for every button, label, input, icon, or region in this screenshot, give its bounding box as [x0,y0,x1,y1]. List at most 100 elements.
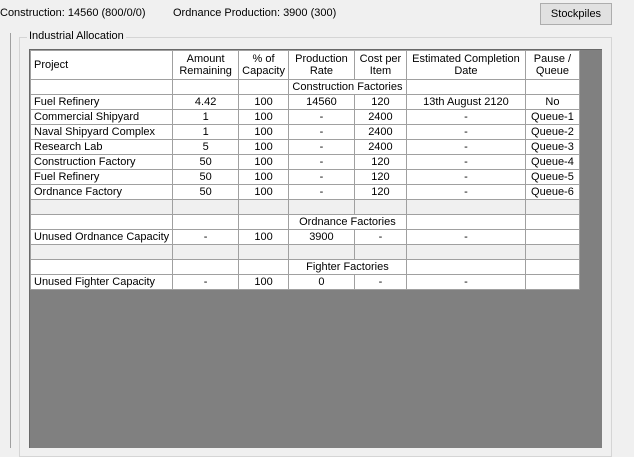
table-cell[interactable]: Queue-4 [524,154,580,170]
table-cell[interactable]: - [287,124,355,140]
table-cell[interactable]: Fuel Refinery [29,169,174,185]
table-cell[interactable]: 50 [172,169,240,185]
table-cell[interactable]: 100 [238,94,289,110]
section-title: Ordnance Factories [287,214,407,230]
table-cell[interactable]: Naval Shipyard Complex [29,124,174,140]
table-cell[interactable]: 1 [172,124,240,140]
table-row[interactable]: Fuel Refinery 50 100-120- Queue-5 [29,169,580,185]
allocation-table[interactable]: Project Amount Remaining % of Capacity P… [29,50,580,290]
table-cell[interactable]: Construction Factory [29,154,174,170]
empty-cell [29,259,174,275]
table-cell[interactable]: 1 [172,109,240,125]
table-cell[interactable]: - [405,139,526,155]
table-cell[interactable]: - [287,139,355,155]
table-cell[interactable]: - [287,184,355,200]
table-cell[interactable]: 2400 [353,139,407,155]
table-cell[interactable]: 100 [238,154,289,170]
table-cell[interactable]: 50 [172,184,240,200]
table-row[interactable]: Unused Fighter Capacity -100 0- - [29,274,580,290]
table-cell[interactable] [524,229,580,245]
table-cell[interactable]: - [405,109,526,125]
table-body: Construction Factories Fuel Refinery 4.42 1… [29,79,580,290]
table-cell[interactable]: No [524,94,580,110]
column-header-pause-queue[interactable]: Pause / Queue [524,50,580,80]
table-cell[interactable]: 3900 [287,229,355,245]
column-header-percent-capacity[interactable]: % of Capacity [238,50,289,80]
column-header-project[interactable]: Project [29,50,174,80]
table-row[interactable]: Commercial Shipyard 1 100-2400- Queue-1 [29,109,580,125]
empty-cell [287,244,355,260]
spacer-row [29,244,580,260]
column-header-production-rate[interactable]: Production Rate [287,50,355,80]
empty-cell [172,244,240,260]
empty-cell [524,244,580,260]
empty-cell [29,244,174,260]
empty-cell [524,199,580,215]
table-cell[interactable]: - [405,274,526,290]
table-row[interactable]: Research Lab 5 100-2400- Queue-3 [29,139,580,155]
table-row[interactable]: Construction Factory 50 100-120- Queue-4 [29,154,580,170]
table-cell[interactable]: Unused Fighter Capacity [29,274,174,290]
column-header-cost-per-item[interactable]: Cost per Item [353,50,407,80]
stockpiles-button[interactable]: Stockpiles [540,3,612,25]
table-cell[interactable]: - [405,154,526,170]
table-cell[interactable]: 120 [353,154,407,170]
table-cell[interactable]: - [405,169,526,185]
table-cell[interactable]: 100 [238,184,289,200]
table-cell[interactable]: - [405,229,526,245]
table-row[interactable]: Ordnance Factory 50 100-120- Queue-6 [29,184,580,200]
table-cell[interactable]: Research Lab [29,139,174,155]
table-cell[interactable]: 5 [172,139,240,155]
section-header-fighter: Fighter Factories [29,259,580,275]
table-cell[interactable]: Commercial Shipyard [29,109,174,125]
table-cell[interactable]: - [405,184,526,200]
column-header-estimated-completion[interactable]: Estimated Completion Date [405,50,526,80]
table-cell[interactable]: 50 [172,154,240,170]
table-cell[interactable]: Queue-3 [524,139,580,155]
table-cell[interactable]: 100 [238,139,289,155]
table-header-row: Project Amount Remaining % of Capacity P… [29,50,580,80]
column-header-amount-remaining[interactable]: Amount Remaining [172,50,240,80]
table-cell[interactable]: - [287,109,355,125]
table-cell[interactable]: 0 [287,274,355,290]
table-cell[interactable]: - [287,169,355,185]
table-cell[interactable]: - [353,229,407,245]
table-row[interactable]: Unused Ordnance Capacity -100 3900- - [29,229,580,245]
empty-cell [405,199,526,215]
table-cell[interactable] [524,274,580,290]
empty-cell [405,244,526,260]
table-row[interactable]: Fuel Refinery 4.42 100 14560 120 13th August … [29,94,580,110]
table-cell[interactable]: 4.42 [172,94,240,110]
table-cell[interactable]: - [287,154,355,170]
table-cell[interactable]: 100 [238,229,289,245]
table-cell[interactable]: 100 [238,124,289,140]
table-row[interactable]: Naval Shipyard Complex 1 100-2400- Queue-2 [29,124,580,140]
empty-cell [172,259,240,275]
table-cell[interactable]: 14560 [287,94,355,110]
table-cell[interactable]: Queue-1 [524,109,580,125]
table-cell[interactable]: Fuel Refinery [29,94,174,110]
table-cell[interactable]: 2400 [353,109,407,125]
left-panel [0,33,11,448]
table-cell[interactable]: 120 [353,94,407,110]
construction-summary: Construction: 14560 (800/0/0) [0,7,146,19]
table-cell[interactable]: - [353,274,407,290]
table-cell[interactable]: 100 [238,274,289,290]
table-cell[interactable]: 13th August 2120 [405,94,526,110]
table-cell[interactable]: 120 [353,184,407,200]
table-cell[interactable]: - [172,229,240,245]
table-cell[interactable]: - [172,274,240,290]
table-cell[interactable]: Queue-2 [524,124,580,140]
table-cell[interactable]: Queue-6 [524,184,580,200]
table-cell[interactable]: 2400 [353,124,407,140]
table-cell[interactable]: - [405,124,526,140]
table-cell[interactable]: Ordnance Factory [29,184,174,200]
table-cell[interactable]: Queue-5 [524,169,580,185]
table-cell[interactable]: 100 [238,109,289,125]
empty-cell [172,214,240,230]
table-cell[interactable]: Unused Ordnance Capacity [29,229,174,245]
table-cell[interactable]: 100 [238,169,289,185]
empty-cell [353,244,407,260]
empty-cell [238,259,289,275]
table-cell[interactable]: 120 [353,169,407,185]
